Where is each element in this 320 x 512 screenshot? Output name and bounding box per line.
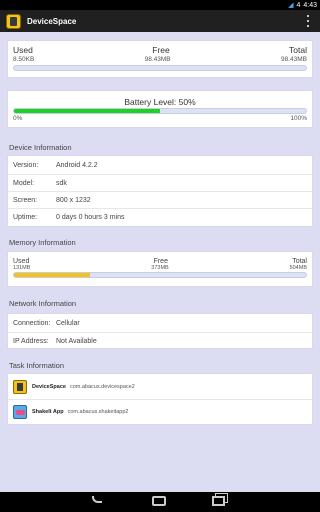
recent-apps-icon xyxy=(212,496,225,506)
task-info-title: Task Information xyxy=(9,361,65,370)
status-bar: ◢ 4 4:43 xyxy=(0,0,320,10)
app-logo-icon[interactable] xyxy=(6,13,21,29)
task-row-devicespace[interactable]: DeviceSpace com.abacus.devicespace2 xyxy=(8,375,312,399)
memory-total-value: 504MB xyxy=(289,265,307,271)
device-model-value: sdk xyxy=(56,179,67,187)
storage-used-label: Used xyxy=(13,45,33,55)
memory-info-card: Used Free Total 131MB 373MB 504MB xyxy=(7,251,313,287)
memory-total-label: Total xyxy=(292,258,307,265)
battery-progress-bar xyxy=(13,108,307,114)
device-info-row: Version: Android 4.2.2 xyxy=(8,157,312,174)
storage-used-value: 8.50KB xyxy=(13,56,35,63)
back-icon xyxy=(92,496,102,503)
signal-strength: 4 xyxy=(296,1,301,9)
task-row-shakeit[interactable]: ShakeIt App com.abacus.shakeitapp2 xyxy=(8,399,312,423)
devicespace-icon xyxy=(13,380,27,394)
storage-free-value: 98.43MB xyxy=(144,56,171,63)
memory-used-label: Used xyxy=(13,258,30,265)
battery-level-label: Battery Level: 50% xyxy=(124,97,196,107)
device-uptime-value: 0 days 0 hours 3 mins xyxy=(56,213,125,221)
network-info-title: Network Information xyxy=(9,299,77,308)
network-info-card: Connection: Cellular IP Address: Not Ava… xyxy=(7,313,313,349)
home-icon xyxy=(152,496,166,506)
device-screen-value: 800 x 1232 xyxy=(56,196,91,204)
device-version-key: Version: xyxy=(13,162,39,169)
device-version-value: Android 4.2.2 xyxy=(56,162,98,169)
network-ip-value: Not Available xyxy=(56,337,97,345)
shakeit-icon xyxy=(13,404,27,419)
task-package: com.abacus.shakeitapp2 xyxy=(67,408,129,415)
storage-card: Used Free Total 8.50KB 98.43MB 98.43MB xyxy=(7,40,313,78)
memory-info-title: Memory Information xyxy=(9,238,76,247)
storage-total-value: 98.43MB xyxy=(280,56,307,63)
device-info-row: Screen: 800 x 1232 xyxy=(8,191,312,208)
network-info-row: Connection: Cellular xyxy=(8,315,312,332)
navigation-bar xyxy=(0,492,320,512)
device-info-row: Uptime: 0 days 0 hours 3 mins xyxy=(8,208,312,225)
recent-apps-button[interactable] xyxy=(212,496,228,508)
storage-progress-bar xyxy=(13,65,307,71)
device-model-key: Model: xyxy=(13,179,35,187)
memory-progress-bar xyxy=(13,272,307,278)
storage-total-label: Total xyxy=(289,45,307,55)
back-button[interactable] xyxy=(92,496,108,508)
signal-icon: ◢ xyxy=(288,1,294,9)
battery-progress-fill xyxy=(14,109,160,113)
overflow-menu-icon[interactable] xyxy=(307,15,310,27)
task-name: ShakeIt App xyxy=(32,408,64,415)
device-info-row: Model: sdk xyxy=(8,174,312,191)
battery-max-label: 100% xyxy=(290,115,307,122)
network-ip-key: IP Address: xyxy=(13,337,49,345)
action-bar: DeviceSpace xyxy=(0,10,320,32)
storage-free-label: Free xyxy=(152,45,170,55)
home-button[interactable] xyxy=(152,496,168,508)
battery-card: Battery Level: 50% 0% 100% xyxy=(7,90,313,128)
memory-progress-fill xyxy=(14,273,90,277)
task-info-card: DeviceSpace com.abacus.devicespace2 Shak… xyxy=(7,373,313,425)
device-info-title: Device Information xyxy=(9,143,72,152)
memory-used-value: 131MB xyxy=(13,265,31,271)
task-name: DeviceSpace xyxy=(32,384,66,390)
network-connection-key: Connection: xyxy=(13,320,51,327)
device-uptime-key: Uptime: xyxy=(13,213,38,221)
status-time: 4:43 xyxy=(303,1,317,9)
battery-min-label: 0% xyxy=(13,115,23,122)
network-connection-value: Cellular xyxy=(56,320,80,327)
memory-free-label: Free xyxy=(153,258,168,265)
memory-free-value: 373MB xyxy=(151,265,169,271)
network-info-row: IP Address: Not Available xyxy=(8,332,312,349)
device-info-card: Version: Android 4.2.2 Model: sdk Screen… xyxy=(7,155,313,227)
task-package: com.abacus.devicespace2 xyxy=(69,384,135,390)
app-title: DeviceSpace xyxy=(27,16,77,26)
device-screen-key: Screen: xyxy=(13,196,38,204)
